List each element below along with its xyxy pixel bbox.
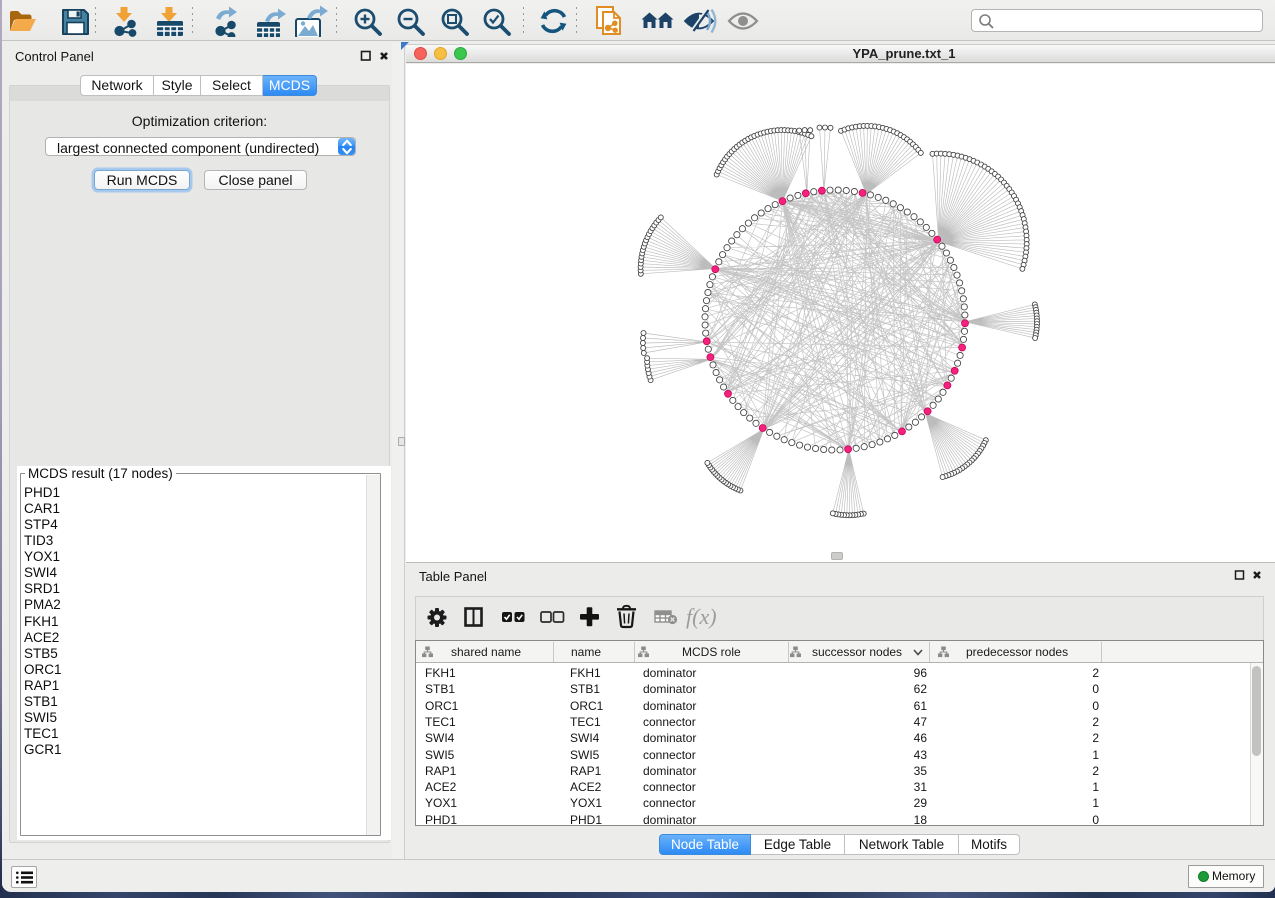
svg-text:f(x): f(x) (686, 604, 717, 629)
